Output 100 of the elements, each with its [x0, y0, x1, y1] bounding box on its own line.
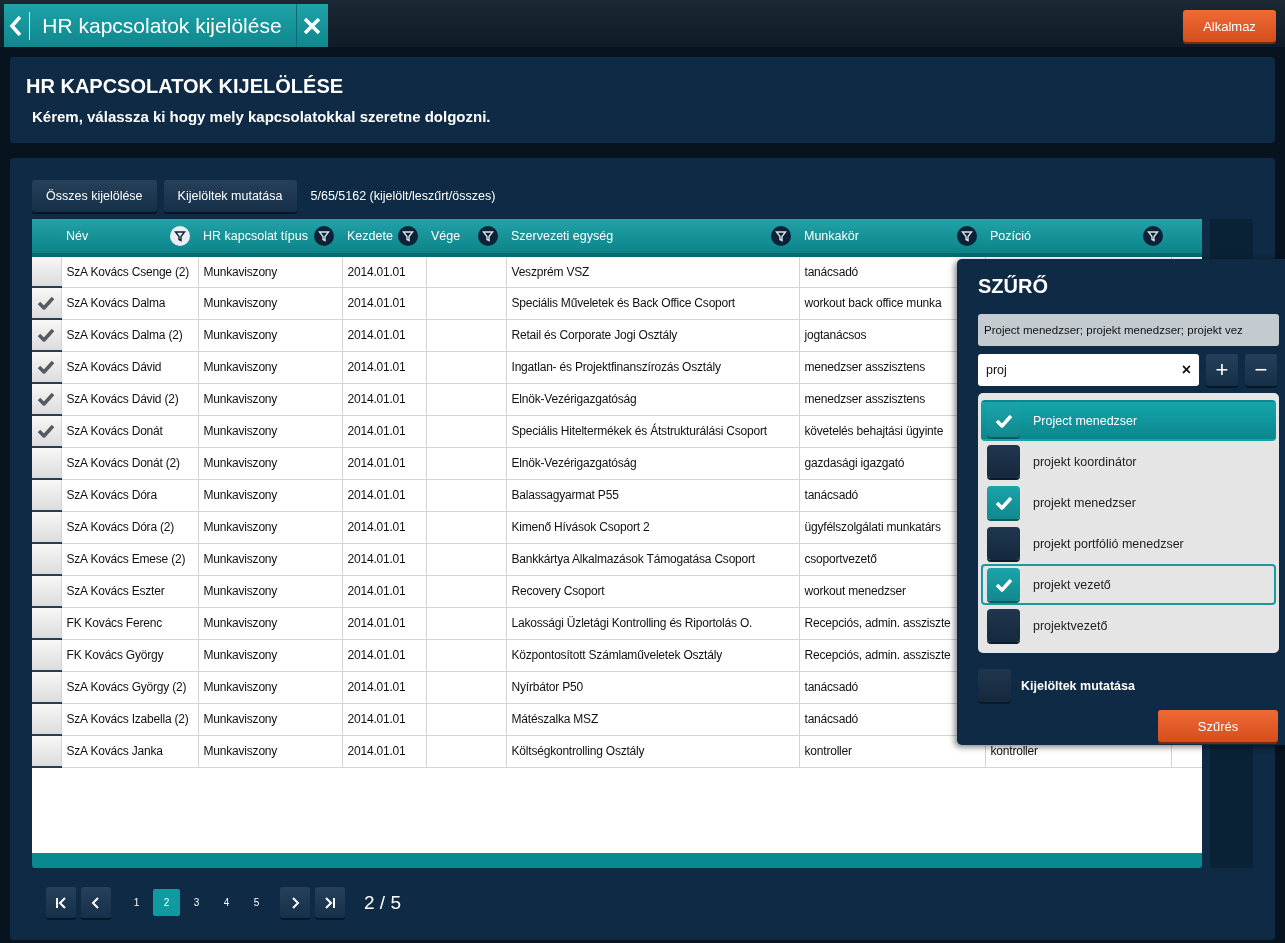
checkbox[interactable]	[978, 669, 1011, 702]
table-cell: Munkaviszony	[198, 415, 342, 447]
row-checkbox[interactable]	[32, 319, 61, 351]
table-cell: 2014.01.01	[342, 703, 426, 735]
table-cell: Ingatlan- és Projektfinanszírozás Osztály	[506, 351, 799, 383]
table-cell: Munkaviszony	[198, 255, 342, 287]
page-button[interactable]: 5	[243, 889, 270, 916]
checkbox[interactable]	[987, 609, 1020, 642]
row-checkbox[interactable]	[32, 639, 61, 671]
check-icon	[37, 328, 56, 342]
column-header[interactable]: Pozíció	[990, 229, 1031, 243]
row-checkbox[interactable]	[32, 543, 61, 575]
table-cell: Munkaviszony	[198, 511, 342, 543]
table-cell: SzA Kovács Izabella (2)	[61, 703, 198, 735]
check-icon	[37, 360, 56, 374]
row-checkbox[interactable]	[32, 671, 61, 703]
remove-button[interactable]: −	[1245, 354, 1277, 386]
option-label: projektvezető	[1033, 618, 1108, 633]
page-button[interactable]: 4	[213, 889, 240, 916]
column-header[interactable]: Szervezeti egység	[511, 229, 614, 243]
first-page-icon	[54, 895, 68, 910]
option-label: projekt portfólió menedzser	[1033, 536, 1184, 551]
check-icon	[994, 413, 1013, 428]
table-cell: 2014.01.01	[342, 671, 426, 703]
tab-title: HR kapcsolatok kijelölése	[41, 13, 283, 38]
check-icon	[37, 392, 56, 406]
page-button[interactable]: 1	[123, 889, 150, 916]
filter-icon[interactable]	[170, 226, 190, 246]
clear-button[interactable]: ×	[1181, 361, 1191, 379]
filter-icon[interactable]	[478, 226, 498, 246]
table-cell: Recovery Csoport	[506, 575, 799, 607]
table-cell: Munkaviszony	[198, 703, 342, 735]
table-cell: Mátészalka MSZ	[506, 703, 799, 735]
checkbox[interactable]	[987, 568, 1020, 601]
next-page-button[interactable]	[280, 887, 310, 918]
first-page-button[interactable]	[46, 887, 76, 918]
table-cell: 2014.01.01	[342, 319, 426, 351]
table-cell: Munkaviszony	[198, 383, 342, 415]
table-cell: SzA Kovács Dávid	[61, 351, 198, 383]
row-checkbox[interactable]	[32, 351, 61, 383]
filter-icon[interactable]	[314, 226, 334, 246]
last-page-button[interactable]	[315, 887, 345, 918]
previous-page-button[interactable]	[81, 887, 111, 918]
filter-icon[interactable]	[771, 226, 791, 246]
checkbox[interactable]	[987, 404, 1020, 437]
page-status: 2 / 5	[364, 891, 401, 914]
table-cell: SzA Kovács Dalma	[61, 287, 198, 319]
table-cell: SzA Kovács Dávid (2)	[61, 383, 198, 415]
page-button[interactable]: 3	[183, 889, 210, 916]
table-cell: Speciális Műveletek és Back Office Csoport	[506, 287, 799, 319]
table-cell: Költségkontrolling Osztály	[506, 735, 799, 767]
row-checkbox[interactable]	[32, 383, 61, 415]
filter-icon[interactable]	[957, 226, 977, 246]
column-header[interactable]: Név	[66, 229, 89, 243]
row-checkbox[interactable]	[32, 607, 61, 639]
toolbar-button[interactable]: Kijelöltek mutatása	[163, 180, 297, 212]
checkbox[interactable]	[987, 486, 1020, 519]
row-checkbox[interactable]	[32, 287, 61, 319]
table-cell: 2014.01.01	[342, 607, 426, 639]
table-cell: 2014.01.01	[342, 575, 426, 607]
filter-button[interactable]: Szűrés	[1158, 710, 1278, 742]
table-cell: SzA Kovács Dóra	[61, 479, 198, 511]
row-checkbox[interactable]	[32, 511, 61, 543]
table-cell: Elnök-Vezérigazgatóság	[506, 383, 799, 415]
table-cell: SzA Kovács Donát	[61, 415, 198, 447]
add-button[interactable]: +	[1206, 354, 1238, 386]
table-cell: Nyírbátor P50	[506, 671, 799, 703]
page-title: HR KAPCSOLATOK KIJELÖLÉSE	[26, 75, 345, 98]
filter-icon[interactable]	[398, 226, 418, 246]
column-header[interactable]: Vége	[431, 229, 461, 243]
checkbox[interactable]	[987, 527, 1020, 560]
table-cell: 2014.01.01	[342, 447, 426, 479]
row-checkbox[interactable]	[32, 479, 61, 511]
column-header[interactable]: Munkakör	[804, 229, 859, 243]
apply-button[interactable]: Alkalmaz	[1183, 10, 1276, 42]
row-checkbox[interactable]	[32, 735, 61, 767]
option-label: projekt menedzser	[1033, 495, 1136, 510]
option-item[interactable]: projekt vezető	[981, 564, 1276, 605]
checkbox-label: Kijelöltek mutatása	[1021, 678, 1135, 693]
row-checkbox[interactable]	[32, 703, 61, 735]
table-cell: Veszprém VSZ	[506, 255, 799, 287]
row-checkbox[interactable]	[32, 255, 61, 287]
table-cell: SzA Kovács Dalma (2)	[61, 319, 198, 351]
option-item[interactable]: Project menedzser	[981, 400, 1276, 441]
option-label: projekt vezető	[1033, 577, 1111, 592]
row-checkbox[interactable]	[32, 415, 61, 447]
filter-icon[interactable]	[1143, 226, 1163, 246]
checkbox[interactable]	[987, 445, 1020, 478]
row-checkbox[interactable]	[32, 447, 61, 479]
table-cell: SzA Kovács Emese (2)	[61, 543, 198, 575]
row-checkbox[interactable]	[32, 575, 61, 607]
table-cell: 2014.01.01	[342, 479, 426, 511]
table-cell: Munkaviszony	[198, 639, 342, 671]
search-field[interactable]: proj ×	[978, 354, 1199, 386]
table-cell: FK Kovács György	[61, 639, 198, 671]
table-cell: Kimenő Hívások Csoport 2	[506, 511, 799, 543]
check-icon	[994, 577, 1013, 592]
toolbar-button[interactable]: Összes kijelölése	[32, 180, 157, 212]
table-cell: 2014.01.01	[342, 255, 426, 287]
table-cell: Balassagyarmat P55	[506, 479, 799, 511]
